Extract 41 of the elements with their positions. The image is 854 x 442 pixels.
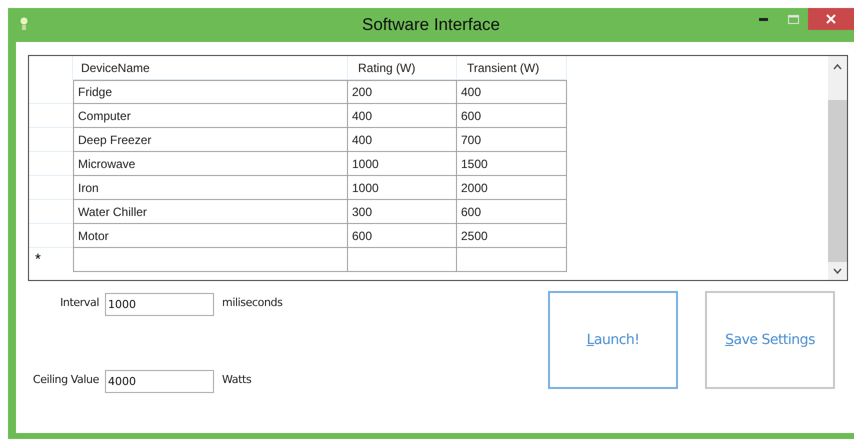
table-cell: Computer — [73, 104, 348, 128]
table-cell: 600 — [457, 104, 567, 128]
new-row-marker: * — [34, 250, 42, 270]
table-cell: 1000 — [348, 176, 457, 200]
field-label: Ceiling Value — [32, 372, 100, 388]
table-cell: 1500 — [457, 152, 567, 176]
lightbulb-icon — [20, 17, 28, 31]
table-cell: Water Chiller — [73, 200, 348, 224]
minimize-icon — [758, 18, 768, 20]
scrollbar[interactable] — [828, 56, 847, 280]
table-cell: 200 — [348, 80, 457, 104]
table-cell: 700 — [457, 128, 567, 152]
table-cell: 400 — [348, 104, 457, 128]
close-icon — [826, 14, 836, 24]
table-cell: Fridge — [73, 80, 348, 104]
scroll-up-icon — [833, 64, 842, 70]
unit-label: Watts — [222, 372, 252, 388]
table-cell: 600 — [457, 200, 567, 224]
table-cell: 600 — [348, 224, 457, 248]
scrollbar-thumb[interactable] — [828, 100, 847, 262]
text-field[interactable]: 4000 — [105, 370, 214, 393]
table-cell: 2000 — [457, 176, 567, 200]
text-field[interactable]: 1000 — [105, 293, 214, 316]
table-cell: Motor — [73, 224, 348, 248]
table-cell: 300 — [348, 200, 457, 224]
column-header[interactable]: Rating (W) — [348, 56, 457, 80]
maximize-icon — [788, 14, 798, 24]
table-cell: 400 — [457, 80, 567, 104]
table-cell: Deep Freezer — [73, 128, 348, 152]
table-cell: 1000 — [348, 152, 457, 176]
field-label: Interval — [59, 295, 100, 311]
table-cell: Microwave — [73, 152, 348, 176]
scroll-down-icon — [833, 268, 842, 274]
table-cell: 2500 — [457, 224, 567, 248]
column-header[interactable]: Transient (W) — [457, 56, 567, 80]
unit-label: miliseconds — [222, 295, 282, 311]
window-title: Software Interface — [362, 14, 500, 36]
table-cell: Iron — [73, 176, 348, 200]
close-button[interactable] — [808, 8, 854, 30]
column-header[interactable]: DeviceName — [73, 56, 348, 80]
table-cell: 400 — [348, 128, 457, 152]
